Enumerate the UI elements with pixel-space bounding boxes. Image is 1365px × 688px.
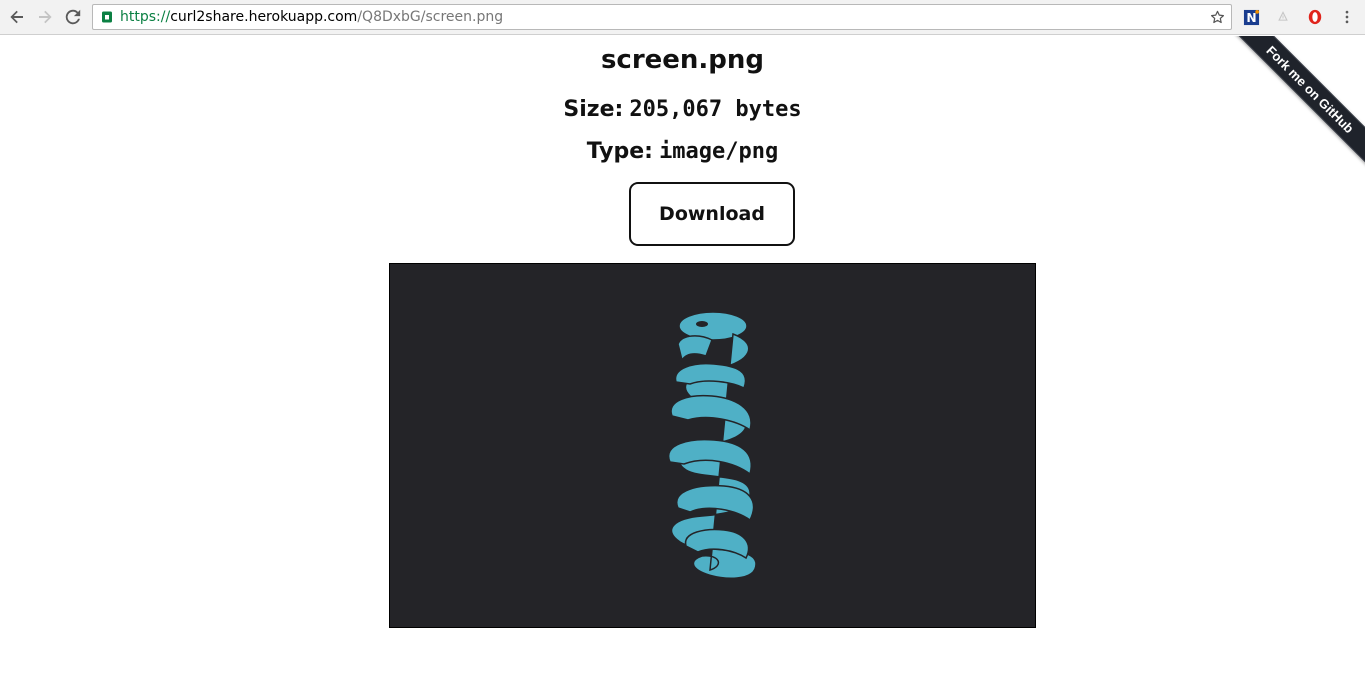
opera-icon[interactable] xyxy=(1306,8,1324,26)
snake-typography-artwork xyxy=(667,311,757,579)
type-value: image/png xyxy=(659,139,779,164)
file-type-line: Type: image/png xyxy=(0,138,1365,164)
bookmark-star-icon[interactable] xyxy=(1209,9,1225,25)
address-bar[interactable]: https://curl2share.herokuapp.com/Q8DxbG/… xyxy=(92,4,1232,30)
bookmark-extension-icon[interactable] xyxy=(1274,8,1292,26)
lock-icon xyxy=(101,11,113,23)
n-extension-icon[interactable]: N xyxy=(1242,8,1260,26)
size-label: Size: xyxy=(563,97,624,122)
svg-text:N: N xyxy=(1246,11,1256,25)
url-path: /Q8DxbG/screen.png xyxy=(357,9,504,25)
type-label: Type: xyxy=(586,139,653,164)
back-icon[interactable] xyxy=(6,6,28,28)
forward-icon[interactable] xyxy=(34,6,56,28)
menu-icon[interactable] xyxy=(1338,8,1356,26)
reload-icon[interactable] xyxy=(62,6,84,28)
file-size-line: Size: 205,067 bytes xyxy=(0,96,1365,122)
url-text: https://curl2share.herokuapp.com/Q8DxbG/… xyxy=(120,9,503,25)
image-preview[interactable] xyxy=(389,263,1036,628)
browser-toolbar: https://curl2share.herokuapp.com/Q8DxbG/… xyxy=(0,0,1365,35)
size-value: 205,067 bytes xyxy=(629,97,802,122)
url-host: curl2share.herokuapp.com xyxy=(170,9,358,25)
download-button[interactable]: Download xyxy=(629,182,795,246)
page-content: screen.png Size: 205,067 bytes Type: ima… xyxy=(0,36,1365,688)
file-name-heading: screen.png xyxy=(600,45,765,75)
url-scheme: https:// xyxy=(120,9,171,25)
